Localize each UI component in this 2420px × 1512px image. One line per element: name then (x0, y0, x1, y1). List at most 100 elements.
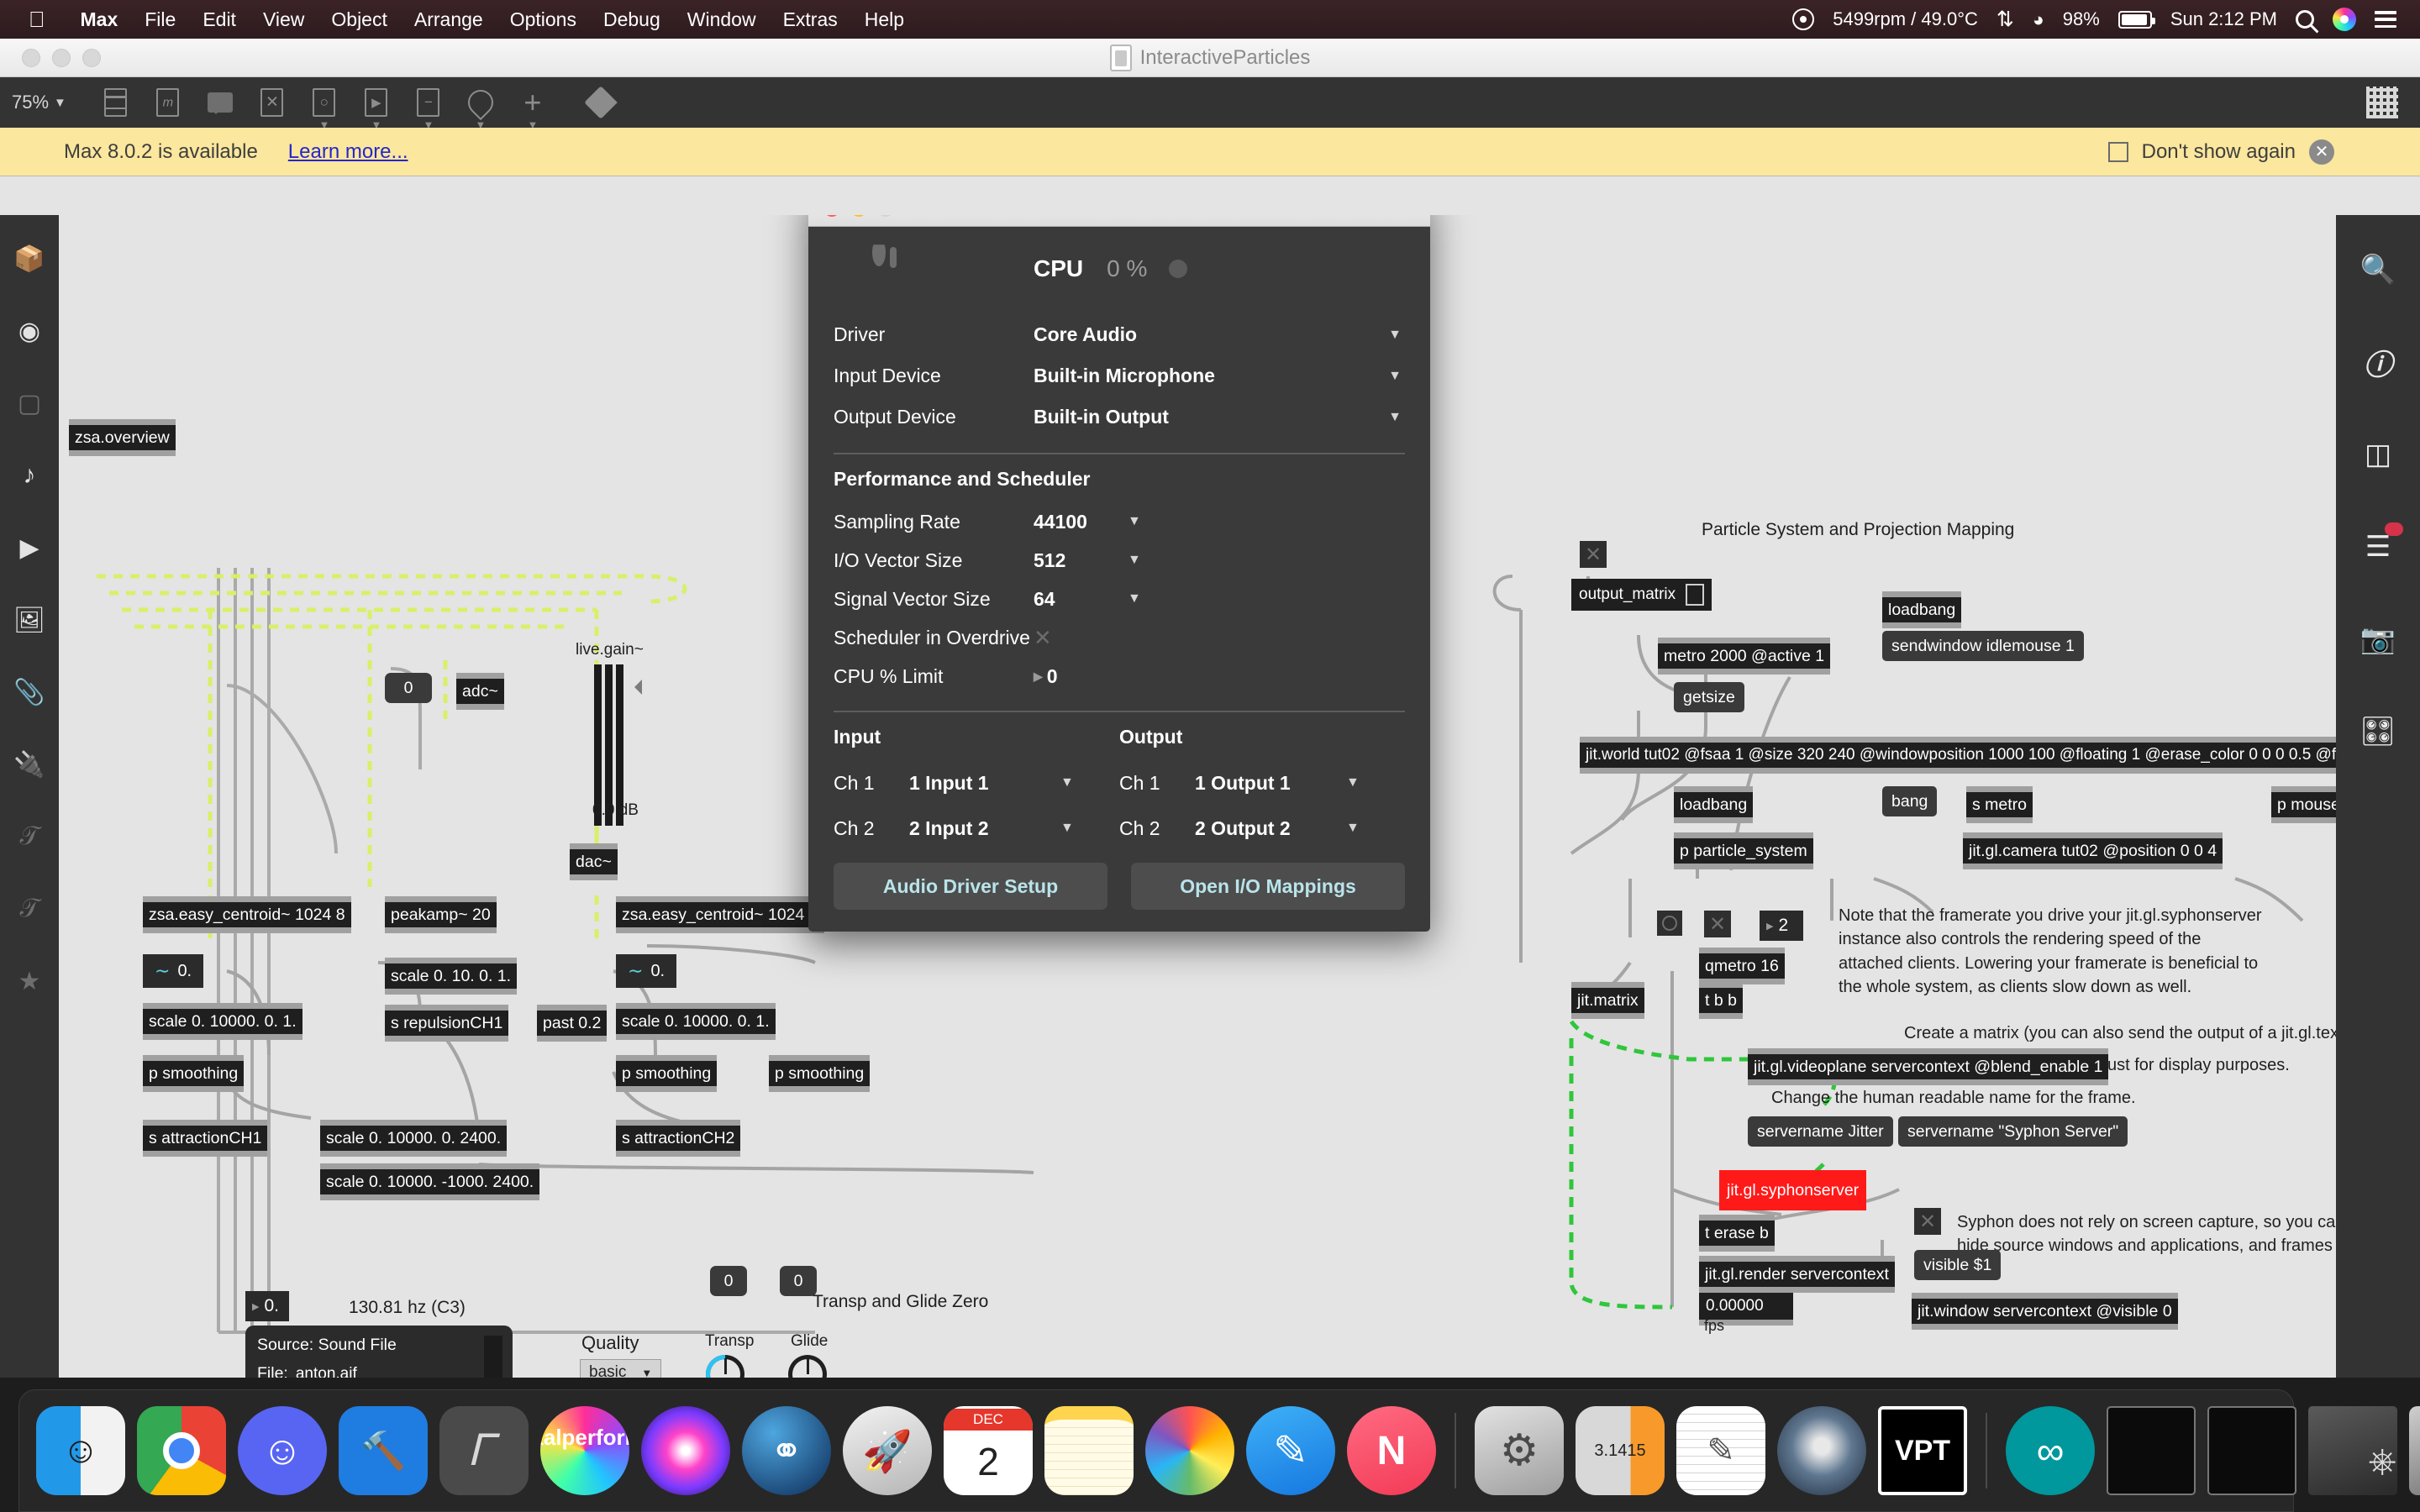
numbox-zero-b[interactable]: 0 (780, 1266, 817, 1297)
ch2-input-value[interactable]: 2 Input 2 (909, 817, 1060, 840)
zoom-level[interactable]: 75% (12, 92, 49, 113)
fan-temp-readout[interactable]: 5499rpm / 49.0°C (1833, 8, 1978, 30)
object-send-attraction-1[interactable]: s attractionCH1 (143, 1120, 268, 1158)
comment-balloon-icon[interactable] (202, 84, 239, 121)
object-jit-world[interactable]: jit.world tut02 @fsaa 1 @size 320 240 @w… (1580, 737, 2336, 774)
ch1-input-value[interactable]: 1 Input 1 (909, 772, 1060, 795)
add-object-icon[interactable]: + ▼ (514, 84, 551, 131)
chevron-down-icon[interactable]: ▼ (641, 1367, 652, 1378)
object-smoothing-1[interactable]: p smoothing (143, 1055, 245, 1093)
bang-toggle[interactable] (1657, 911, 1682, 936)
sfplay-level-meter[interactable] (484, 1336, 502, 1378)
video-icon[interactable]: ▶ (10, 529, 49, 566)
object-jit-matrix[interactable]: jit.matrix (1571, 982, 1644, 1020)
dock-item-systemprefs-icon[interactable]: ⚙ (1475, 1406, 1564, 1495)
presentation-icon[interactable] (97, 84, 134, 121)
object-loadbang-1[interactable]: loadbang (1882, 591, 1962, 629)
snapshot-icon[interactable]: 📷 (2356, 618, 2400, 660)
chevron-down-icon[interactable]: ▼ (1388, 410, 1405, 425)
console-icon[interactable]: ☰ (2356, 522, 2403, 568)
audio-driver-setup-button[interactable]: Audio Driver Setup (834, 863, 1107, 910)
ch1-output-value[interactable]: 1 Output 1 (1195, 772, 1346, 795)
object-metro[interactable]: metro 2000 @active 1 (1658, 638, 1831, 675)
apple-icon[interactable]:  (29, 8, 45, 30)
power-icon[interactable]: ⎈ (2368, 1441, 2396, 1482)
object-scale-neg1000[interactable]: scale 0. 10000. -1000. 2400. (320, 1163, 540, 1201)
object-jit-gl-videoplane[interactable]: jit.gl.videoplane servercontext @blend_e… (1748, 1048, 2109, 1086)
message-bang[interactable]: bang (1882, 786, 1938, 817)
chevron-down-icon[interactable]: ▼ (1060, 775, 1119, 790)
close-icon[interactable]: ✕ (2309, 139, 2334, 165)
fan-icon[interactable] (1792, 8, 1815, 30)
object-t-b-b[interactable]: t b b (1699, 982, 1743, 1020)
chevron-down-icon[interactable]: ▼ (1388, 328, 1405, 343)
menu-item-window[interactable]: Window (674, 8, 770, 31)
dock-item-calculator-icon[interactable]: 3.1415 (1576, 1406, 1665, 1495)
dock-item-trash-icon[interactable]: 🗑 (2409, 1406, 2420, 1495)
package-icon[interactable]: 📦 (10, 240, 49, 277)
overdrive-toggle[interactable]: ✕ (1034, 625, 1052, 651)
audio-row-output-device[interactable]: Output Device Built-in Output ▼ (834, 396, 1405, 438)
object-scale-2400[interactable]: scale 0. 10000. 0. 2400. (320, 1120, 508, 1158)
dock-item-vpt-icon[interactable]: VPT (1878, 1406, 1967, 1495)
dock-item-max8-icon[interactable]: 𝛤 (439, 1406, 529, 1495)
circle-icon[interactable]: ◉ (10, 312, 49, 349)
sliders-icon[interactable]: 🎛 (2356, 711, 2400, 753)
chevron-down-icon[interactable]: ▼ (54, 96, 66, 110)
menu-item-help[interactable]: Help (851, 8, 918, 31)
message-servername-jitter[interactable]: servername Jitter (1748, 1116, 1893, 1147)
audio-row-cpu-limit[interactable]: CPU % Limit ▶ 0 (834, 657, 1405, 696)
sfplay-file-row[interactable]: File: anton.aif ▼ (257, 1364, 501, 1378)
object-send-repulsion[interactable]: s repulsionCH1 (385, 1005, 509, 1042)
dock-item-arduino-icon[interactable]: ∞ (2006, 1406, 2095, 1495)
object-dac[interactable]: dac~ (570, 843, 618, 881)
object-send-attraction-2[interactable]: s attractionCH2 (616, 1120, 741, 1158)
object-zsa-overview[interactable]: zsa.overview (69, 419, 176, 457)
dock-item-siri-icon[interactable] (641, 1406, 730, 1495)
menu-item-edit[interactable]: Edit (189, 8, 250, 31)
dont-show-again-checkbox[interactable] (2107, 141, 2128, 162)
transp-knob[interactable] (697, 1347, 753, 1378)
learn-more-link[interactable]: Learn more... (288, 140, 408, 164)
object-centroid-1[interactable]: zsa.easy_centroid~ 1024 8 (143, 896, 351, 934)
menu-item-debug[interactable]: Debug (590, 8, 674, 31)
dock-item-launchpad-icon[interactable]: 🚀 (843, 1406, 932, 1495)
audio-row-signal-vector[interactable]: Signal Vector Size 64 ▼ (834, 580, 1405, 618)
object-jit-gl-syphonserver[interactable]: jit.gl.syphonserver (1718, 1169, 1867, 1211)
dock-item-max-msp-icon[interactable] (1777, 1406, 1866, 1495)
music-note-icon[interactable]: ♪ (10, 457, 49, 494)
object-jit-gl-render[interactable]: jit.gl.render servercontext (1699, 1256, 1895, 1294)
audio-row-sampling-rate[interactable]: Sampling Rate 44100 ▼ (834, 502, 1405, 541)
message-sendwindow[interactable]: sendwindow idlemouse 1 (1882, 631, 2084, 662)
signal-display-2[interactable]: ∼ 0. (616, 954, 677, 988)
menu-item-arrange[interactable]: Arrange (401, 8, 497, 31)
object-loadbang-2[interactable]: loadbang (1674, 786, 1754, 824)
clock[interactable]: Sun 2:12 PM (2170, 8, 2277, 30)
object-p-mouse-stuff[interactable]: p mouse_stuff (2271, 786, 2336, 824)
patcher-canvas[interactable]: zsa.overview 0 adc~ live.gain~ 0.0 dB da… (59, 215, 2336, 1378)
toggle-top[interactable]: ✕ (1580, 541, 1607, 568)
menu-item-view[interactable]: View (250, 8, 318, 31)
message-visible[interactable]: visible $1 (1914, 1250, 2002, 1281)
menu-item-object[interactable]: Object (318, 8, 400, 31)
object-output-matrix[interactable]: output_matrix (1571, 579, 1712, 611)
dock-item-steam-icon[interactable]: ⚭ (742, 1406, 831, 1495)
cpu-limit-value[interactable]: 0 (1047, 665, 1058, 688)
vizzie-icon[interactable]: 𝒯 (10, 818, 49, 855)
search-icon[interactable] (2296, 10, 2314, 29)
chevron-down-icon[interactable]: ▼ (1388, 369, 1405, 384)
chevron-down-icon[interactable]: ▼ (1128, 514, 1141, 529)
paint-bucket-icon[interactable] (582, 84, 619, 121)
search-icon[interactable]: 🔍 (2356, 249, 2400, 291)
glide-knob[interactable] (788, 1355, 827, 1378)
livegain-handle[interactable] (627, 680, 642, 695)
chevron-down-icon[interactable]: ▼ (1346, 775, 1405, 790)
object-jit-window[interactable]: jit.window servercontext @visible 0 (1912, 1293, 2178, 1331)
menu-item-extras[interactable]: Extras (770, 8, 851, 31)
dock-item-textedit-icon[interactable]: ✎ (1676, 1406, 1765, 1495)
io-row-ch1[interactable]: Ch 1 1 Input 1 ▼ Ch 1 1 Output 1 ▼ (834, 760, 1405, 806)
dock-item-window-thumb-1[interactable] (2107, 1406, 2196, 1495)
dock-item-finder-icon[interactable]: ☺ (36, 1406, 125, 1495)
audio-row-driver[interactable]: Driver Core Audio ▼ (834, 314, 1405, 355)
chevron-down-icon[interactable]: ▼ (1128, 591, 1141, 606)
